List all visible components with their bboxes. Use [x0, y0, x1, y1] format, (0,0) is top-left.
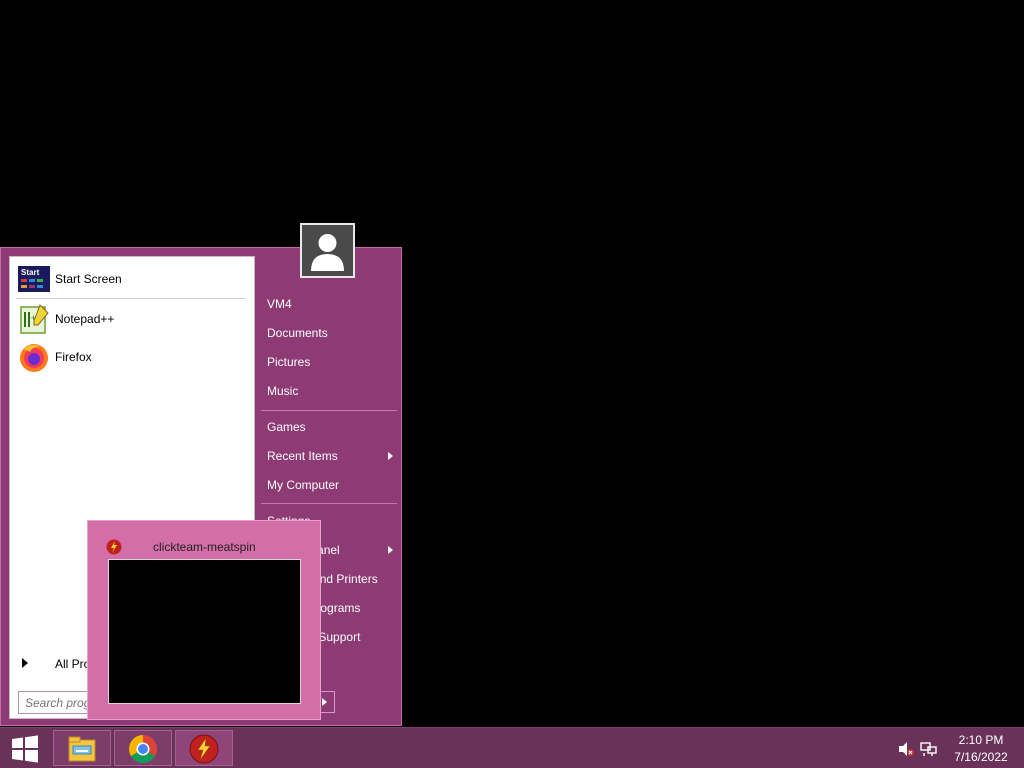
- pinned-item-label: Start Screen: [55, 272, 122, 286]
- taskbar-button-file-explorer[interactable]: [53, 730, 111, 766]
- pinned-item-notepad-plus-plus[interactable]: ++ Notepad++: [14, 301, 250, 337]
- network-icon[interactable]: [920, 741, 938, 760]
- right-item-label: Games: [267, 420, 306, 434]
- pinned-item-firefox[interactable]: Firefox: [14, 339, 250, 375]
- right-item-recent-items[interactable]: Recent Items: [261, 443, 397, 469]
- firefox-icon: [18, 341, 50, 373]
- svg-text:Start: Start: [21, 268, 40, 277]
- submenu-arrow-icon: [388, 546, 393, 554]
- thumbnail-window-preview: [108, 559, 301, 704]
- pinned-item-label: Notepad++: [55, 312, 115, 326]
- pinned-separator: [16, 298, 245, 299]
- start-button[interactable]: [5, 733, 45, 765]
- taskbar: [0, 727, 1024, 768]
- clock-date[interactable]: 7/16/2022: [940, 750, 1022, 764]
- right-item-documents[interactable]: Documents: [261, 320, 397, 346]
- chrome-icon: [128, 734, 158, 764]
- right-item-music[interactable]: Music: [261, 378, 397, 404]
- submenu-arrow-icon: [388, 452, 393, 460]
- right-item-my-computer[interactable]: My Computer: [261, 472, 397, 498]
- right-item-label: Pictures: [267, 355, 311, 369]
- windows-logo-icon: [12, 735, 38, 763]
- thumbnail-title: clickteam-meatspin: [153, 540, 256, 554]
- clickteam-app-icon: [189, 734, 219, 764]
- right-item-label: My Computer: [267, 478, 340, 492]
- right-item-label: Documents: [267, 326, 328, 340]
- right-item-games[interactable]: Games: [261, 414, 397, 440]
- right-item-vm4[interactable]: VM4: [261, 291, 397, 317]
- notepad-plus-plus-icon: ++: [18, 303, 50, 335]
- user-silhouette-icon: [311, 234, 344, 271]
- taskbar-button-clickteam-app[interactable]: [175, 730, 233, 766]
- clock-time[interactable]: 2:10 PM: [940, 733, 1022, 747]
- expand-arrow-icon: [22, 658, 28, 668]
- pinned-item-start-screen[interactable]: Start Start Screen: [14, 261, 250, 297]
- right-separator: [261, 503, 397, 504]
- start-screen-icon: Start: [18, 263, 50, 295]
- pinned-item-label: Firefox: [55, 350, 92, 364]
- right-item-label: VM4: [267, 297, 292, 311]
- volume-muted-icon[interactable]: [897, 741, 915, 760]
- right-item-label: Music: [267, 384, 299, 398]
- right-separator: [261, 410, 397, 411]
- file-explorer-icon: [67, 734, 97, 764]
- right-item-pictures[interactable]: Pictures: [261, 349, 397, 375]
- right-item-label: Recent Items: [267, 449, 338, 463]
- user-avatar[interactable]: [300, 223, 355, 278]
- taskbar-thumbnail-preview[interactable]: clickteam-meatspin: [87, 520, 321, 720]
- taskbar-button-chrome[interactable]: [114, 730, 172, 766]
- clickteam-app-icon: [106, 539, 122, 555]
